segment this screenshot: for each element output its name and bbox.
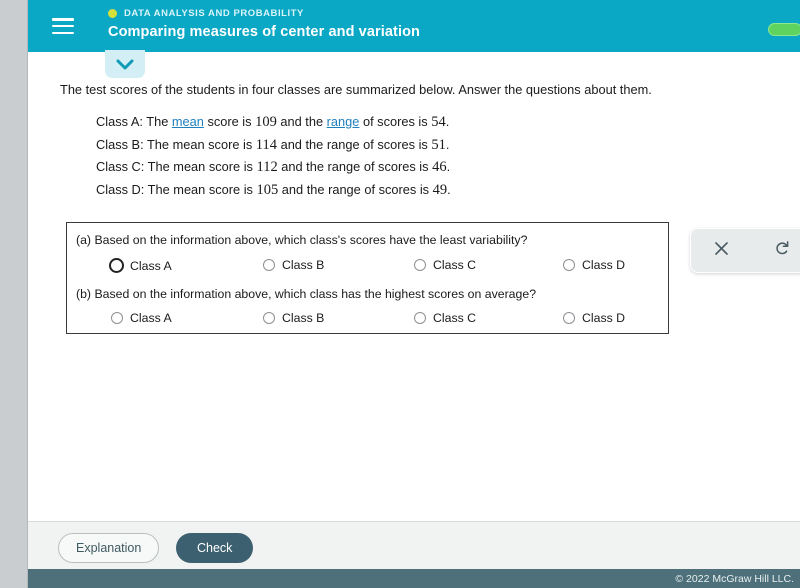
mean-glossary-link[interactable]: mean — [172, 114, 204, 129]
class-b-range-word: range — [326, 136, 360, 152]
status-dot-icon — [108, 9, 117, 18]
header-kicker-label: DATA ANALYSIS AND PROBABILITY — [124, 8, 304, 19]
class-b-range-value: 51 — [431, 136, 446, 153]
class-statement-d: Class D: The mean score is 105 and the r… — [96, 179, 736, 202]
radio-icon — [563, 312, 575, 324]
undo-button[interactable] — [752, 228, 800, 273]
explanation-button[interactable]: Explanation — [58, 533, 160, 563]
app-header: DATA ANALYSIS AND PROBABILITY Comparing … — [28, 0, 800, 52]
class-d-suffix: . — [447, 181, 451, 197]
class-a-prefix: Class A: The — [96, 114, 172, 129]
class-d-range-word: range — [328, 181, 361, 197]
left-rail-divider — [27, 0, 28, 588]
class-statements: Class A: The mean score is 109 and the r… — [96, 111, 736, 201]
range-glossary-link[interactable]: range — [327, 114, 360, 129]
header-kicker: DATA ANALYSIS AND PROBABILITY — [108, 8, 420, 19]
class-a-range-value: 54 — [431, 114, 446, 130]
class-b-mean-value: 114 — [255, 136, 278, 153]
class-b-prefix: Class B: The — [96, 136, 173, 152]
hamburger-bar — [52, 18, 74, 21]
radio-icon — [414, 312, 426, 324]
lesson-page: DATA ANALYSIS AND PROBABILITY Comparing … — [0, 0, 800, 588]
class-c-suffix: . — [446, 159, 451, 174]
question-b-prompt: (b) Based on the information above, whic… — [76, 287, 537, 301]
answer-tools-panel — [690, 228, 800, 273]
problem-intro: The test scores of the students in four … — [60, 82, 652, 97]
class-b-mid3: of scores is — [359, 136, 432, 152]
class-d-mid1: score is — [205, 181, 257, 197]
clear-answer-button[interactable] — [691, 228, 752, 273]
class-b-mid2: and the — [277, 136, 327, 152]
action-bar: Explanation Check — [28, 521, 800, 569]
class-c-range-word: range — [327, 159, 361, 174]
class-c-mid2: and the — [277, 159, 328, 174]
class-d-mid2: and the — [278, 181, 329, 197]
left-sidebar-rail — [0, 0, 27, 588]
class-c-mean-word: mean — [173, 159, 206, 174]
option-b-class-a[interactable]: Class A — [111, 311, 172, 325]
option-label: Class A — [130, 311, 172, 325]
class-c-mid3: of scores is — [360, 159, 433, 174]
class-d-mean-word: mean — [173, 181, 206, 197]
option-label: Class D — [582, 258, 626, 272]
class-c-mid1: score is — [205, 159, 257, 174]
chevron-down-icon — [116, 59, 134, 70]
class-a-mean-value: 109 — [255, 114, 277, 130]
class-c-range-value: 46 — [432, 159, 447, 175]
check-button[interactable]: Check — [176, 533, 254, 563]
class-b-suffix: . — [445, 136, 450, 152]
option-label: Class D — [582, 311, 626, 325]
class-d-range-value: 49 — [432, 181, 448, 198]
green-toggle-pill[interactable] — [768, 23, 800, 36]
class-d-mean-value: 105 — [256, 181, 279, 198]
option-a-class-b[interactable]: Class B — [263, 258, 324, 272]
option-b-class-d[interactable]: Class D — [563, 311, 625, 325]
question-a-prompt: (a) Based on the information above, whic… — [76, 233, 528, 247]
header-text-group: DATA ANALYSIS AND PROBABILITY Comparing … — [108, 8, 420, 40]
class-a-mid3: of scores is — [359, 114, 432, 129]
radio-icon — [109, 258, 124, 273]
option-b-class-b[interactable]: Class B — [263, 311, 324, 325]
class-a-suffix: . — [445, 114, 450, 129]
hamburger-bar — [52, 31, 74, 34]
option-b-class-c[interactable]: Class C — [414, 311, 476, 325]
undo-refresh-icon — [774, 240, 790, 261]
class-c-mean-value: 112 — [256, 159, 278, 175]
class-a-mid1: score is — [203, 114, 256, 129]
option-label: Class C — [433, 258, 477, 272]
close-x-icon — [714, 241, 729, 261]
collapse-panel-tab[interactable] — [105, 50, 145, 78]
question-box: (a) Based on the information above, whic… — [66, 222, 669, 334]
radio-icon — [111, 312, 123, 324]
option-a-class-a[interactable]: Class A — [109, 258, 172, 273]
class-statement-c: Class C: The mean score is 112 and the r… — [96, 156, 736, 179]
class-statement-a: Class A: The mean score is 109 and the r… — [96, 111, 736, 134]
class-d-prefix: Class D: The — [96, 181, 174, 197]
radio-icon — [263, 312, 275, 324]
class-c-prefix: Class C: The — [96, 159, 174, 174]
radio-icon — [414, 259, 426, 271]
hamburger-bar — [52, 24, 74, 28]
class-statement-b: Class B: The mean score is 114 and the r… — [96, 134, 736, 157]
copyright-footer: © 2022 McGraw Hill LLC. — [28, 569, 800, 588]
question-a-options: Class A Class B Class C Class D — [67, 258, 670, 278]
radio-icon — [263, 259, 275, 271]
option-label: Class C — [433, 311, 477, 325]
option-a-class-c[interactable]: Class C — [414, 258, 476, 272]
page-title: Comparing measures of center and variati… — [108, 24, 421, 40]
option-a-class-d[interactable]: Class D — [563, 258, 625, 272]
class-b-mid1: score is — [204, 136, 256, 152]
class-a-mid2: and the — [276, 114, 327, 129]
hamburger-menu-icon[interactable] — [52, 18, 74, 34]
question-b-options: Class A Class B Class C Class D — [67, 311, 670, 331]
copyright-text: © 2022 McGraw Hill LLC. — [675, 572, 794, 585]
option-label: Class A — [130, 258, 172, 273]
option-label: Class B — [282, 311, 325, 325]
class-d-mid3: of scores is — [360, 181, 433, 197]
radio-icon — [563, 259, 575, 271]
option-label: Class B — [282, 258, 325, 272]
class-b-mean-word: mean — [172, 136, 205, 152]
